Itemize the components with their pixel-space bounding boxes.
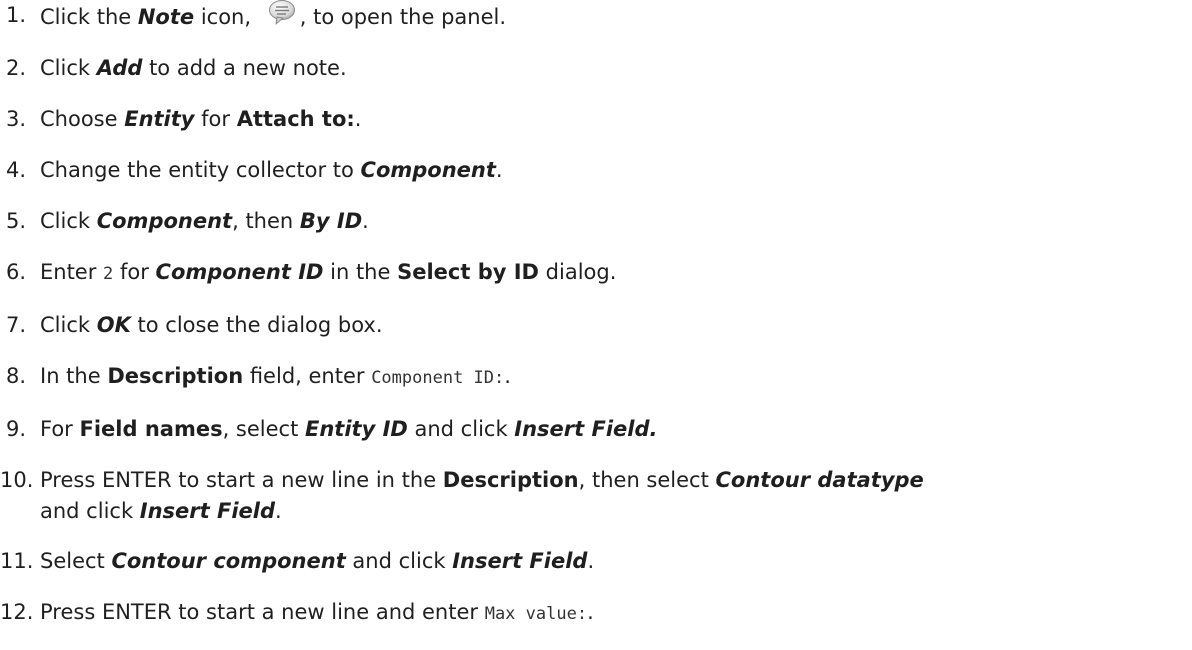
note-speech-bubble-icon — [268, 0, 296, 26]
ui-term: Insert Field. — [514, 417, 658, 441]
step-number: 10. — [0, 468, 34, 492]
step-number: 1. — [6, 3, 27, 27]
ui-term: Contour component — [111, 549, 346, 573]
step-text: Click Add to add a new note. — [40, 56, 347, 80]
ui-term: Component — [96, 209, 233, 233]
step-number: 11. — [0, 549, 34, 573]
step-number: 8. — [6, 364, 27, 388]
step-text: Change the entity collector to Component… — [40, 158, 503, 182]
ui-term: Contour datatype — [715, 468, 924, 492]
ui-term: Entity — [124, 107, 195, 131]
ui-term: By ID — [299, 209, 363, 233]
step-number: 12. — [0, 600, 34, 624]
step-text: Press ENTER to start a new line in the D… — [40, 468, 924, 523]
step-text: Select Contour component and click Inser… — [40, 549, 595, 573]
step-5: 5. Click Component, then By ID. — [0, 206, 1192, 237]
ui-term: Component — [360, 158, 496, 182]
field-label: Description — [107, 364, 244, 388]
step-number: 9. — [6, 417, 27, 441]
step-7: 7. Click OK to close the dialog box. — [0, 310, 1192, 341]
field-label: Field names — [79, 417, 223, 441]
step-number: 5. — [6, 209, 27, 233]
step-11: 11. Select Contour component and click I… — [0, 546, 1192, 577]
field-label: Attach to: — [236, 107, 355, 131]
step-8: 8. In the Description field, enter Compo… — [0, 361, 1192, 394]
step-text: For Field names, select Entity ID and cl… — [40, 417, 658, 441]
ui-term: Add — [96, 56, 143, 80]
step-text: Press ENTER to start a new line and ente… — [40, 600, 594, 624]
field-label: Description — [442, 468, 579, 492]
step-text: In the Description field, enter Componen… — [40, 364, 511, 388]
step-text: Enter 2 for Component ID in the Select b… — [40, 260, 617, 284]
code-value: 2 — [103, 264, 114, 284]
code-value: Max value: — [484, 604, 588, 624]
code-value: Component ID: — [371, 368, 505, 388]
step-1: 1. Click the Note icon, , to open the pa… — [0, 0, 1192, 33]
ui-term: Insert Field — [139, 499, 276, 523]
step-6: 6. Enter 2 for Component ID in the Selec… — [0, 257, 1192, 290]
step-9: 9. For Field names, select Entity ID and… — [0, 414, 1192, 445]
step-10: 10. Press ENTER to start a new line in t… — [0, 465, 1192, 527]
ui-term: OK — [96, 313, 131, 337]
ui-term: Note — [137, 5, 195, 29]
step-number: 4. — [6, 158, 27, 182]
step-text: Click OK to close the dialog box. — [40, 313, 383, 337]
step-text: Choose Entity for Attach to:. — [40, 107, 362, 131]
step-text: Click Component, then By ID. — [40, 209, 369, 233]
step-12: 12. Press ENTER to start a new line and … — [0, 597, 1192, 630]
step-text: Click the Note icon, , to open the panel… — [40, 0, 506, 29]
ui-term: Insert Field — [452, 549, 588, 573]
step-4: 4. Change the entity collector to Compon… — [0, 155, 1192, 186]
step-number: 6. — [6, 260, 27, 284]
step-number: 2. — [6, 56, 27, 80]
ui-term: Entity ID — [305, 417, 408, 441]
step-2: 2. Click Add to add a new note. — [0, 53, 1192, 84]
step-3: 3. Choose Entity for Attach to:. — [0, 104, 1192, 135]
step-number: 7. — [6, 313, 27, 337]
dialog-name: Select by ID — [397, 260, 539, 284]
ui-term: Component ID — [155, 260, 324, 284]
step-number: 3. — [6, 107, 27, 131]
instruction-steps-list: 1. Click the Note icon, , to open the pa… — [0, 0, 1192, 650]
